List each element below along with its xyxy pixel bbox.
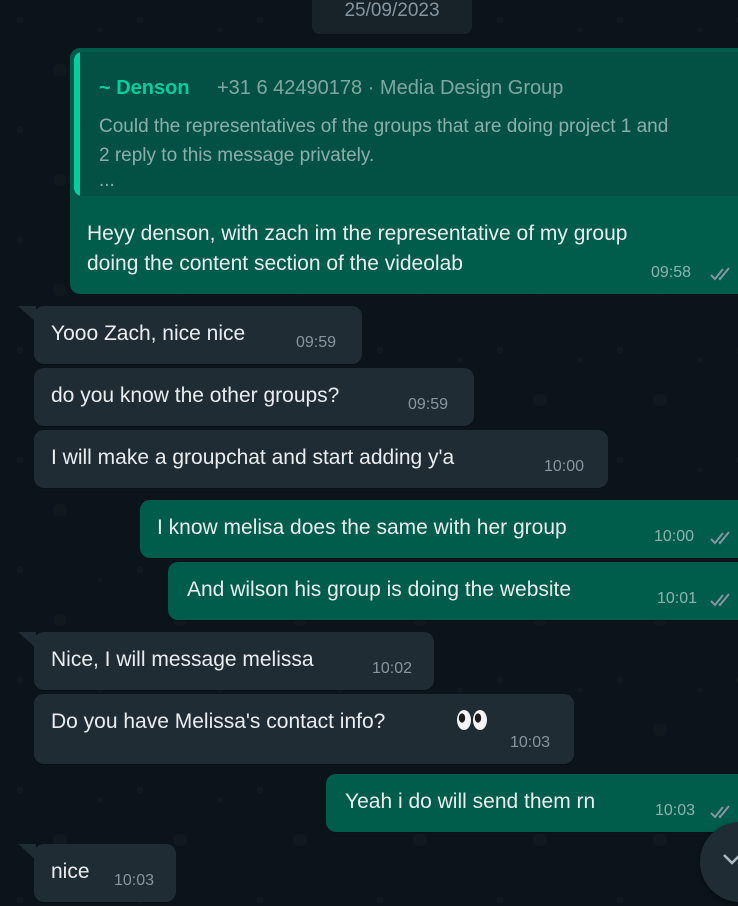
message-bubble-incoming[interactable]: Yooo Zach, nice nice 09:59	[34, 306, 362, 364]
quote-ellipsis: ...	[99, 170, 115, 191]
chevron-down-icon	[723, 854, 738, 865]
message-bubble-incoming[interactable]: I will make a groupchat and start adding…	[34, 430, 608, 488]
quote-sender-info: +31 6 42490178 · Media Design Group	[217, 77, 564, 99]
quote-author: ~ Denson	[99, 77, 190, 99]
message-text: nice	[51, 860, 90, 883]
message-bubble-incoming[interactable]: nice 10:03	[34, 844, 176, 902]
quote-accent-bar	[74, 52, 80, 196]
message-text: Heyy denson, with zach im the representa…	[87, 222, 628, 245]
message-time: 10:03	[655, 802, 696, 819]
message-bubble-incoming[interactable]: do you know the other groups? 09:59	[34, 368, 474, 426]
message-bubble-outgoing[interactable]: ~ Denson +31 6 42490178 · Media Design G…	[70, 48, 738, 294]
message-text: Do you have Melissa's contact info?	[51, 710, 386, 733]
message-bubble-outgoing[interactable]: Yeah i do will send them rn 10:03	[326, 774, 738, 832]
message-bubble-outgoing[interactable]: And wilson his group is doing the websit…	[168, 562, 738, 620]
message-time: 09:59	[408, 396, 449, 413]
message-text: I know melisa does the same with her gro…	[157, 516, 567, 539]
quoted-message[interactable]: ~ Denson +31 6 42490178 · Media Design G…	[74, 52, 738, 196]
double-check-icon	[710, 267, 730, 281]
message-bubble-outgoing[interactable]: I know melisa does the same with her gro…	[140, 500, 738, 558]
message-text: Yeah i do will send them rn	[345, 790, 596, 813]
message-text: And wilson his group is doing the websit…	[187, 578, 572, 601]
message-time: 10:02	[372, 660, 413, 677]
quote-text: Could the representatives of the groups …	[99, 116, 669, 166]
message-time: 10:01	[657, 590, 698, 607]
message-time: 10:00	[654, 528, 695, 545]
message-bubble-incoming[interactable]: Do you have Melissa's contact info? 10:0…	[34, 694, 574, 764]
date-label: 25/09/2023	[344, 0, 440, 21]
double-check-icon	[710, 805, 730, 819]
message-time: 10:00	[544, 458, 585, 475]
eyes-emoji-icon	[457, 710, 487, 730]
double-check-icon	[710, 531, 730, 545]
message-time: 09:59	[296, 334, 337, 351]
message-text: Yooo Zach, nice nice	[51, 322, 246, 345]
date-separator: 25/09/2023	[312, 0, 472, 34]
message-text: Nice, I will message melissa	[51, 648, 314, 671]
message-time: 09:58	[651, 264, 692, 281]
message-bubble-incoming[interactable]: Nice, I will message melissa 10:02	[34, 632, 434, 690]
message-text: do you know the other groups?	[51, 384, 340, 407]
message-text: I will make a groupchat and start adding…	[51, 446, 455, 469]
double-check-icon	[710, 593, 730, 607]
chat-panel[interactable]: 25/09/2023 ~ Denson +31 6 42490178 · Med…	[0, 0, 738, 906]
message-time: 10:03	[510, 734, 551, 751]
message-time: 10:03	[114, 872, 155, 889]
scroll-to-bottom-button[interactable]	[700, 822, 738, 902]
message-text-continued: doing the content section of the videola…	[87, 252, 463, 275]
